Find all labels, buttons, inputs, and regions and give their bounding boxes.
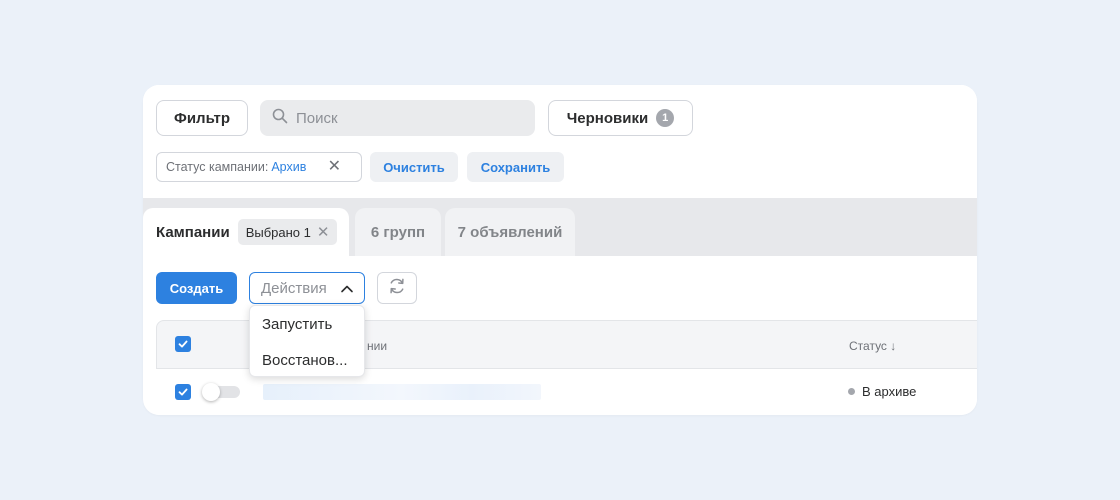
campaign-toggle[interactable]: [202, 383, 240, 401]
close-icon[interactable]: ✕: [328, 159, 341, 175]
toggle-knob: [202, 383, 220, 401]
campaigns-panel: Фильтр Поиск Черновики 1 Статус кампании…: [143, 85, 977, 415]
column-header-status[interactable]: Статус ↓: [849, 339, 896, 353]
create-button[interactable]: Создать: [156, 272, 237, 304]
toolbar: Фильтр Поиск Черновики 1 Статус кампании…: [143, 85, 977, 198]
drafts-count-badge: 1: [656, 109, 675, 127]
actions-placeholder: Действия: [261, 279, 327, 297]
status-badge: В архиве: [848, 384, 916, 399]
filter-button[interactable]: Фильтр: [156, 100, 248, 136]
actions-select[interactable]: Действия: [249, 272, 365, 304]
save-filters-button[interactable]: Сохранить: [467, 152, 564, 182]
tabs-bar: Кампании Выбрано 1 ✕ 6 групп 7 объявлени…: [143, 198, 977, 256]
close-icon[interactable]: ✕: [317, 223, 330, 241]
clear-filters-button[interactable]: Очистить: [370, 152, 458, 182]
check-icon: [178, 340, 188, 348]
tab-groups[interactable]: 6 групп: [355, 208, 441, 256]
row-checkbox[interactable]: [175, 384, 191, 400]
actions-dropdown-menu: Запустить Восстанов...: [249, 305, 365, 377]
filter-chip-value: Архив: [271, 160, 307, 174]
tab-ads[interactable]: 7 объявлений: [445, 208, 575, 256]
selected-count-chip: Выбрано 1 ✕: [237, 219, 338, 245]
tab-campaigns[interactable]: Кампании Выбрано 1 ✕: [143, 208, 349, 256]
drafts-button[interactable]: Черновики 1: [548, 100, 693, 136]
refresh-button[interactable]: [377, 272, 417, 304]
check-icon: [178, 388, 188, 396]
tab-campaigns-label: Кампании: [156, 223, 230, 241]
filter-chip-label: Статус кампании:: [166, 160, 269, 174]
search-input[interactable]: Поиск: [260, 100, 535, 136]
drafts-label: Черновики: [566, 109, 649, 127]
status-label: В архиве: [862, 384, 917, 399]
menu-item-restore[interactable]: Восстанов...: [250, 342, 364, 378]
tab-groups-label: 6 групп: [370, 223, 426, 241]
campaign-status-filter-chip: Статус кампании: Архив ✕: [156, 152, 362, 182]
tab-ads-label: 7 объявлений: [457, 223, 563, 241]
selected-count-label: Выбрано 1: [245, 224, 311, 240]
campaign-name-redacted: [263, 384, 541, 400]
column-header-name[interactable]: нии: [367, 339, 387, 353]
refresh-icon: [387, 276, 407, 301]
search-icon: [272, 108, 288, 129]
search-placeholder: Поиск: [296, 109, 338, 127]
chevron-up-icon: [340, 282, 354, 300]
menu-item-launch[interactable]: Запустить: [250, 306, 364, 342]
select-all-checkbox[interactable]: [175, 336, 191, 352]
status-dot-icon: [848, 388, 855, 395]
